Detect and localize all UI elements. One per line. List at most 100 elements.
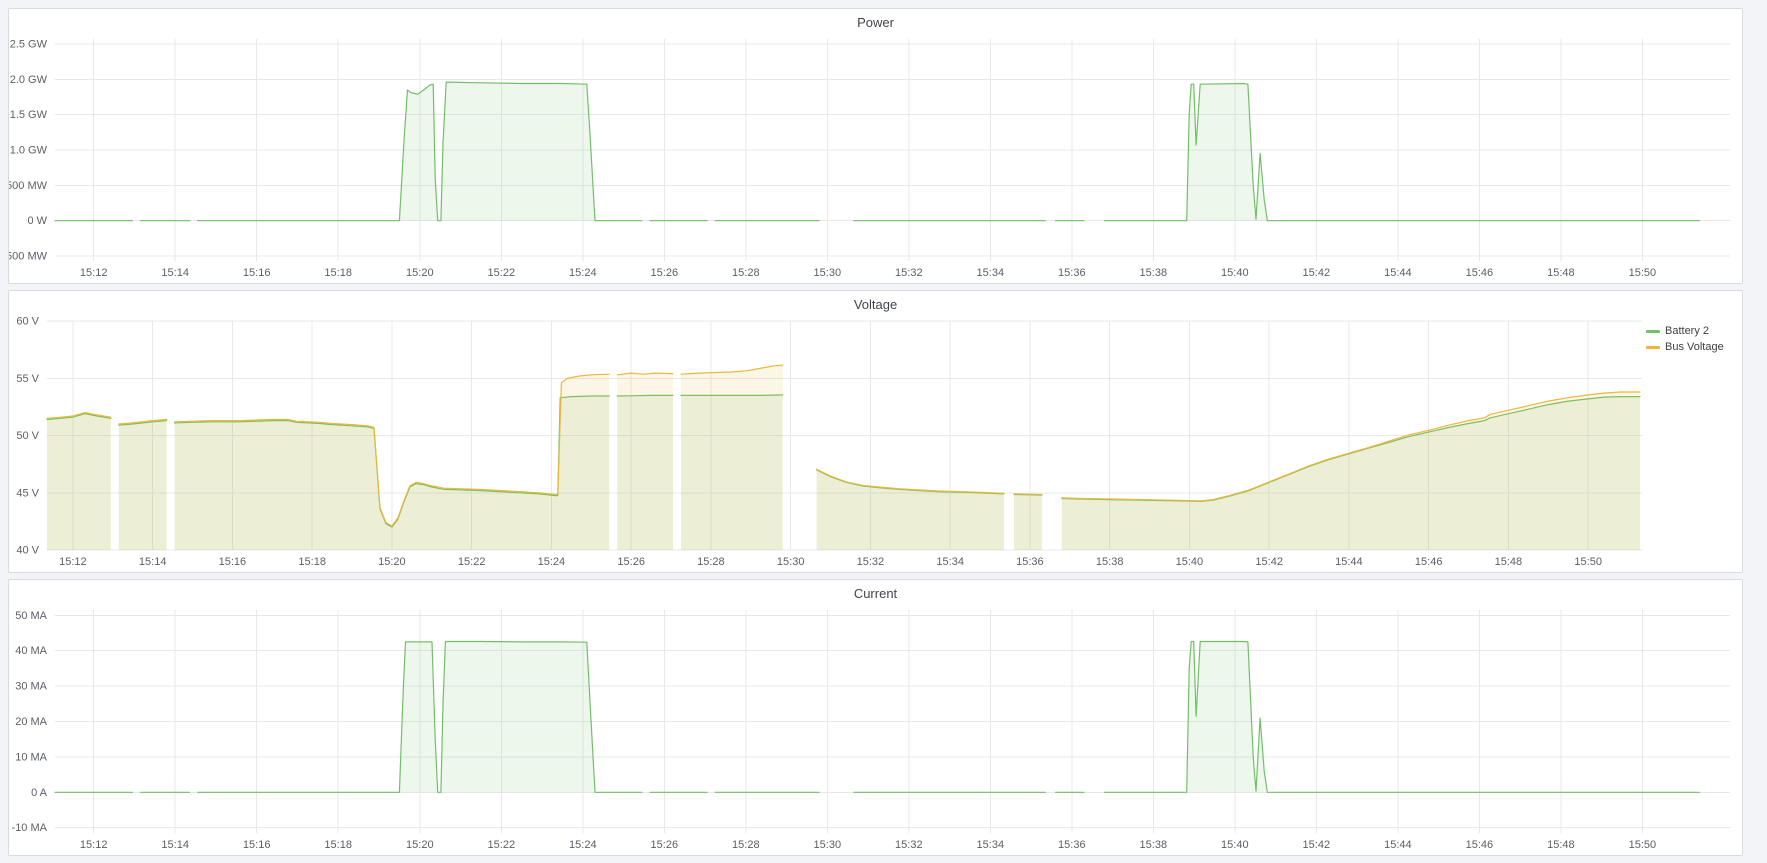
series-fill-power (198, 82, 642, 221)
y-tick-label: 1.5 GW (10, 109, 48, 121)
series-fill-bus-voltage (47, 413, 111, 550)
chart-svg: -500 MW0 W500 MW1.0 GW1.5 GW2.0 GW2.5 GW… (9, 35, 1742, 283)
x-tick-label: 15:48 (1547, 839, 1575, 851)
current-chart[interactable]: -10 MA0 A10 MA20 MA30 MA40 MA50 MA15:121… (9, 606, 1742, 855)
x-tick-label: 15:28 (697, 556, 725, 568)
series-line-bus-voltage (1014, 494, 1042, 495)
x-tick-label: 15:12 (80, 839, 108, 851)
y-tick-label: 50 V (16, 430, 39, 442)
chart-svg: 40 V45 V50 V55 V60 V15:1215:1415:1615:18… (9, 317, 1646, 572)
x-tick-label: 15:38 (1096, 556, 1124, 568)
panel-current-title[interactable]: Current (9, 580, 1742, 606)
y-tick-label: 500 MW (9, 180, 48, 192)
voltage-chart[interactable]: 40 V45 V50 V55 V60 V15:1215:1415:1615:18… (9, 317, 1646, 572)
panel-voltage-title[interactable]: Voltage (9, 291, 1742, 317)
y-tick-label: 50 MA (15, 610, 47, 622)
x-tick-label: 15:26 (651, 839, 679, 851)
x-tick-label: 15:12 (59, 556, 87, 568)
power-chart[interactable]: -500 MW0 W500 MW1.0 GW1.5 GW2.0 GW2.5 GW… (9, 35, 1742, 283)
x-tick-label: 15:28 (732, 267, 760, 279)
x-tick-label: 15:32 (857, 556, 885, 568)
x-tick-label: 15:32 (895, 267, 923, 279)
x-tick-label: 15:38 (1140, 839, 1168, 851)
x-tick-label: 15:50 (1629, 839, 1657, 851)
x-tick-label: 15:32 (895, 839, 923, 851)
x-tick-label: 15:36 (1058, 267, 1086, 279)
x-tick-label: 15:22 (488, 839, 516, 851)
y-tick-label: -500 MW (9, 251, 48, 263)
x-tick-label: 15:30 (814, 267, 842, 279)
x-tick-label: 15:26 (651, 267, 679, 279)
panel-power-title[interactable]: Power (9, 9, 1742, 35)
x-tick-label: 15:18 (324, 839, 352, 851)
x-tick-label: 15:30 (814, 839, 842, 851)
series-fill-bus-voltage (119, 420, 167, 551)
x-tick-label: 15:26 (617, 556, 645, 568)
x-tick-label: 15:20 (406, 267, 434, 279)
y-tick-label: 2.0 GW (10, 74, 48, 86)
x-tick-label: 15:22 (458, 556, 486, 568)
x-tick-label: 15:44 (1335, 556, 1363, 568)
x-tick-label: 15:50 (1629, 267, 1657, 279)
series-fill-bus-voltage (1062, 392, 1640, 550)
x-tick-label: 15:46 (1466, 267, 1494, 279)
x-tick-label: 15:48 (1495, 556, 1523, 568)
series-fill-power (1104, 84, 1699, 221)
series-fill-current (198, 642, 642, 793)
y-tick-label: 20 MA (15, 716, 47, 728)
x-tick-label: 15:22 (488, 267, 516, 279)
voltage-legend: Battery 2 Bus Voltage (1646, 317, 1742, 572)
x-tick-label: 15:46 (1466, 839, 1494, 851)
panel-power-body: -500 MW0 W500 MW1.0 GW1.5 GW2.0 GW2.5 GW… (9, 35, 1742, 283)
x-tick-label: 15:16 (243, 839, 271, 851)
x-tick-label: 15:14 (161, 839, 189, 851)
x-tick-label: 15:16 (219, 556, 247, 568)
series-fill-bus-voltage (617, 373, 673, 550)
panel-power: Power -500 MW 0 W 500 MW 1.0 GW 1.5 GW 2.0 GW… (8, 8, 1743, 284)
y-tick-label: -10 MA (12, 822, 48, 834)
x-tick-label: 15:40 (1221, 839, 1249, 851)
y-tick-label: 40 MA (15, 645, 47, 657)
battery-2-series-swatch (1646, 330, 1660, 333)
y-tick-label: 45 V (16, 487, 39, 499)
y-tick-label: 1.0 GW (10, 145, 48, 157)
x-tick-label: 15:34 (977, 839, 1005, 851)
x-tick-label: 15:40 (1176, 556, 1204, 568)
x-tick-label: 15:42 (1303, 839, 1331, 851)
x-tick-label: 15:50 (1574, 556, 1602, 568)
series-fill-bus-voltage (681, 365, 783, 550)
x-tick-label: 15:36 (1016, 556, 1044, 568)
y-tick-label: 0 A (31, 787, 48, 799)
x-tick-label: 15:46 (1415, 556, 1443, 568)
y-tick-label: 30 MA (15, 681, 47, 693)
bus-voltage-series-swatch (1646, 346, 1660, 349)
panel-voltage: Voltage 40 V45 V50 V55 V60 V15:1215:1415… (8, 290, 1743, 573)
legend-item-bus-voltage[interactable]: Bus Voltage (1646, 341, 1724, 353)
x-tick-label: 15:42 (1303, 267, 1331, 279)
x-tick-label: 15:20 (406, 839, 434, 851)
panel-current: Current -10 MA0 A10 MA20 MA30 MA40 MA50 … (8, 579, 1743, 856)
series-fill-bus-voltage (1014, 494, 1042, 550)
dashboard: Power -500 MW 0 W 500 MW 1.0 GW 1.5 GW 2.0 GW… (0, 0, 1751, 862)
x-tick-label: 15:12 (80, 267, 108, 279)
panel-voltage-body: 40 V45 V50 V55 V60 V15:1215:1415:1615:18… (9, 317, 1742, 572)
x-tick-label: 15:14 (161, 267, 189, 279)
x-tick-label: 15:24 (538, 556, 566, 568)
x-tick-label: 15:34 (977, 267, 1005, 279)
x-tick-label: 15:38 (1140, 267, 1168, 279)
x-tick-label: 15:42 (1255, 556, 1283, 568)
series-fill-current (1104, 642, 1699, 793)
x-tick-label: 15:18 (324, 267, 352, 279)
x-tick-label: 15:40 (1221, 267, 1249, 279)
panel-current-body: -10 MA0 A10 MA20 MA30 MA40 MA50 MA15:121… (9, 606, 1742, 855)
legend-item-battery-2[interactable]: Battery 2 (1646, 325, 1709, 337)
x-tick-label: 15:20 (378, 556, 406, 568)
x-tick-label: 15:36 (1058, 839, 1086, 851)
legend-label-bus-voltage: Bus Voltage (1665, 341, 1724, 353)
chart-svg: -10 MA0 A10 MA20 MA30 MA40 MA50 MA15:121… (9, 606, 1742, 855)
x-tick-label: 15:30 (777, 556, 805, 568)
x-tick-label: 15:24 (569, 267, 597, 279)
y-tick-label: 0 W (27, 215, 47, 227)
y-tick-label: 40 V (16, 545, 39, 557)
x-tick-label: 15:24 (569, 839, 597, 851)
